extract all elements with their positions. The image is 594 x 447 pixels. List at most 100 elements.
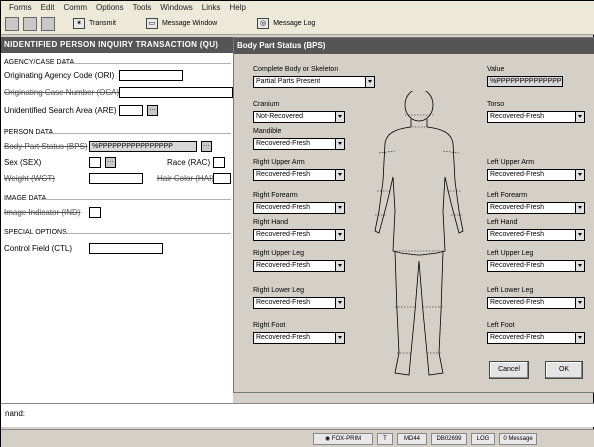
chevron-down-icon xyxy=(575,170,584,180)
ok-button[interactable]: OK xyxy=(545,361,583,379)
cranium-select[interactable]: Not-Recovered xyxy=(253,111,345,123)
section-divider xyxy=(47,133,231,134)
menu-comm[interactable]: Comm xyxy=(63,3,87,12)
application-window: Forms Edit Comm Options Tools Windows Li… xyxy=(0,0,594,447)
menu-links[interactable]: Links xyxy=(202,3,221,12)
transmit-button[interactable]: ✶ Transmit xyxy=(73,18,116,29)
message-count[interactable]: 0 Message xyxy=(499,433,537,445)
left-upper-arm-value: Recovered-Fresh xyxy=(490,171,545,178)
message-log-label: Message Log xyxy=(273,20,316,27)
message-log-button[interactable]: ◎ Message Log xyxy=(257,18,315,29)
ctl-label: Control Field (CTL) xyxy=(4,244,73,253)
code-status: DB02699 xyxy=(431,433,467,445)
torso-outline xyxy=(374,126,464,256)
cancel-button[interactable]: Cancel xyxy=(489,361,529,379)
left-upper-leg-value: Recovered-Fresh xyxy=(490,262,545,269)
chevron-down-icon xyxy=(365,77,374,87)
right-upper-leg-label: Right Upper Leg xyxy=(253,250,304,257)
right-shoulder-line xyxy=(378,150,396,154)
left-hand-value: Recovered-Fresh xyxy=(490,231,545,238)
server-status: ◉ FOX-PRIM xyxy=(313,433,373,445)
bps-lookup-button[interactable]: … xyxy=(201,141,212,152)
are-lookup-button[interactable]: … xyxy=(147,105,158,116)
oca-field[interactable] xyxy=(119,87,233,98)
torso-select[interactable]: Recovered-Fresh xyxy=(487,111,585,123)
sex-field[interactable] xyxy=(89,157,101,168)
section-divider xyxy=(65,233,231,234)
transmit-label: Transmit xyxy=(89,20,116,27)
menu-windows[interactable]: Windows xyxy=(160,3,192,12)
form-title: NIDENTIFIED PERSON INQUIRY TRANSACTION (… xyxy=(1,37,233,53)
left-lower-leg-value: Recovered-Fresh xyxy=(490,299,545,306)
menu-edit[interactable]: Edit xyxy=(41,3,55,12)
chevron-down-icon xyxy=(575,112,584,122)
section-divider xyxy=(43,199,231,200)
right-lower-leg-select[interactable]: Recovered-Fresh xyxy=(253,297,345,309)
torso-value: Recovered-Fresh xyxy=(490,113,545,120)
mandible-select[interactable]: Recovered-Fresh xyxy=(253,138,345,150)
complete-body-select[interactable]: Partial Parts Present xyxy=(253,76,375,88)
right-upper-leg-value: Recovered-Fresh xyxy=(256,262,311,269)
inquiry-form-panel: NIDENTIFIED PERSON INQUIRY TRANSACTION (… xyxy=(1,37,233,403)
right-hand-value: Recovered-Fresh xyxy=(256,231,311,238)
chevron-down-icon xyxy=(575,298,584,308)
wgt-field[interactable] xyxy=(89,173,143,184)
right-lower-leg-value: Recovered-Fresh xyxy=(256,299,311,306)
message-window-button[interactable]: ▭ Message Window xyxy=(145,18,217,29)
left-upper-arm-select[interactable]: Recovered-Fresh xyxy=(487,169,585,181)
right-forearm-select[interactable]: Recovered-Fresh xyxy=(253,202,345,214)
right-hand-select[interactable]: Recovered-Fresh xyxy=(253,229,345,241)
log-status[interactable]: LOG xyxy=(471,433,495,445)
menu-bar: Forms Edit Comm Options Tools Windows Li… xyxy=(1,1,594,13)
complete-body-value: Partial Parts Present xyxy=(256,78,321,85)
left-lower-leg-select[interactable]: Recovered-Fresh xyxy=(487,297,585,309)
chevron-down-icon xyxy=(335,261,344,271)
left-forearm-label: Left Forearm xyxy=(487,192,528,199)
ctl-field[interactable] xyxy=(89,243,163,254)
bps-field[interactable]: %PPPPPPPPPPPPPPPP xyxy=(89,141,197,152)
chevron-down-icon xyxy=(335,112,344,122)
right-upper-arm-value: Recovered-Fresh xyxy=(256,171,311,178)
print-icon[interactable] xyxy=(41,16,55,31)
left-hand-select[interactable]: Recovered-Fresh xyxy=(487,229,585,241)
command-bar[interactable]: nand: xyxy=(1,403,594,427)
hai-field[interactable] xyxy=(213,173,231,184)
menu-forms[interactable]: Forms xyxy=(9,3,32,12)
sex-label: Sex (SEX) xyxy=(4,158,42,167)
toolbar: ✶ Transmit ▭ Message Window ◎ Message Lo… xyxy=(1,13,594,35)
mandible-label: Mandible xyxy=(253,128,282,135)
left-foot-value: Recovered-Fresh xyxy=(490,334,545,341)
sex-lookup-button[interactable]: … xyxy=(105,157,116,168)
race-field[interactable] xyxy=(213,157,225,168)
left-upper-leg-select[interactable]: Recovered-Fresh xyxy=(487,260,585,272)
right-lower-leg-label: Right Lower Leg xyxy=(253,287,304,294)
right-foot-select[interactable]: Recovered-Fresh xyxy=(253,332,345,344)
chevron-down-icon xyxy=(335,298,344,308)
left-foot-select[interactable]: Recovered-Fresh xyxy=(487,332,585,344)
dialog-title: Body Part Status (BPS) xyxy=(234,38,594,54)
bps-label: Body Part Status (BPS) xyxy=(4,142,88,151)
new-document-icon[interactable] xyxy=(5,16,19,31)
are-label: Unidentified Search Area (ARE) xyxy=(4,106,117,115)
chevron-down-icon xyxy=(575,230,584,240)
hai-label: Hair Color (HAI) xyxy=(157,174,214,183)
mandible-value: Recovered-Fresh xyxy=(256,140,311,147)
chevron-down-icon xyxy=(335,139,344,149)
copy-icon[interactable] xyxy=(23,16,37,31)
ind-field[interactable] xyxy=(89,207,101,218)
head-outline xyxy=(404,91,434,122)
binoculars-icon: ◎ xyxy=(257,18,270,29)
right-upper-leg-select[interactable]: Recovered-Fresh xyxy=(253,260,345,272)
menu-options[interactable]: Options xyxy=(96,3,124,12)
right-foot-value: Recovered-Fresh xyxy=(256,334,311,341)
ind-label: Image Indicator (IND) xyxy=(4,208,81,217)
ori-field[interactable] xyxy=(119,70,183,81)
chevron-down-icon xyxy=(575,261,584,271)
are-field[interactable] xyxy=(119,105,143,116)
chevron-down-icon xyxy=(335,203,344,213)
menu-help[interactable]: Help xyxy=(229,3,245,12)
right-upper-arm-select[interactable]: Recovered-Fresh xyxy=(253,169,345,181)
left-forearm-select[interactable]: Recovered-Fresh xyxy=(487,202,585,214)
complete-body-label: Complete Body or Skeleton xyxy=(253,66,339,73)
menu-tools[interactable]: Tools xyxy=(133,3,152,12)
